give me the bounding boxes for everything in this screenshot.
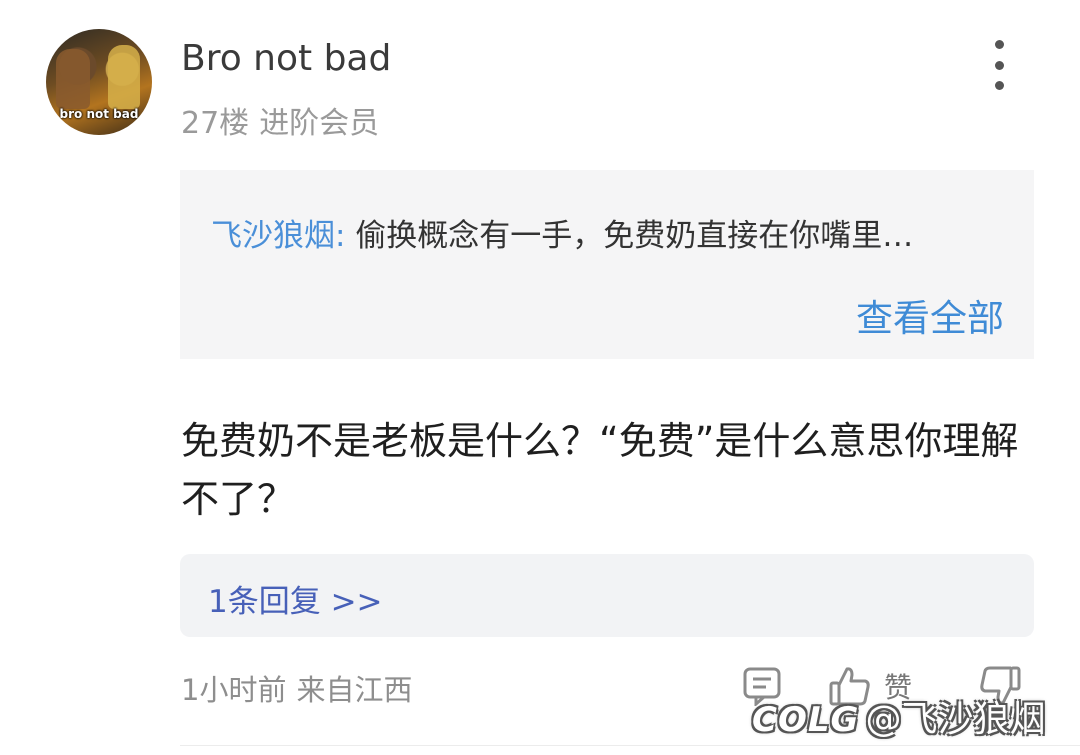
floor-number: 27楼 [181, 106, 250, 141]
username[interactable]: Bro not bad [181, 38, 391, 79]
watermark-handle: @飞沙狼烟 [865, 699, 1046, 740]
avatar-figure-right [108, 45, 140, 109]
post-footer-meta: 1小时前 来自江西 [181, 667, 412, 709]
post-time: 1小时前 [181, 673, 287, 707]
avatar-figure-left [56, 49, 90, 109]
avatar-caption: bro not bad [59, 107, 139, 121]
more-vertical-icon[interactable] [986, 40, 1012, 90]
view-all-link[interactable]: 查看全部 [856, 288, 1004, 342]
replies-button[interactable]: 1条回复 >> [180, 554, 1034, 637]
quote-author[interactable]: 飞沙狼烟: [211, 218, 345, 254]
post-location: 来自江西 [296, 673, 413, 707]
quote-line: 飞沙狼烟: 偷换概念有一手，免费奶直接在你嘴里… [211, 210, 913, 255]
quote-text: 偷换概念有一手，免费奶直接在你嘴里… [355, 218, 914, 254]
member-level: 进阶会员 [259, 106, 380, 141]
watermark: COLG @飞沙狼烟 [752, 690, 1046, 740]
avatar[interactable]: bro not bad [46, 29, 152, 135]
post-content: 免费奶不是老板是什么？“免费”是什么意思你理解不了？ [181, 419, 1019, 521]
user-meta: 27楼 进阶会员 [181, 98, 379, 142]
watermark-brand: COLG [752, 700, 860, 740]
quoted-reply[interactable]: 飞沙狼烟: 偷换概念有一手，免费奶直接在你嘴里… 查看全部 [180, 170, 1034, 359]
replies-label: 1条回复 >> [208, 584, 383, 620]
divider [180, 745, 1080, 746]
